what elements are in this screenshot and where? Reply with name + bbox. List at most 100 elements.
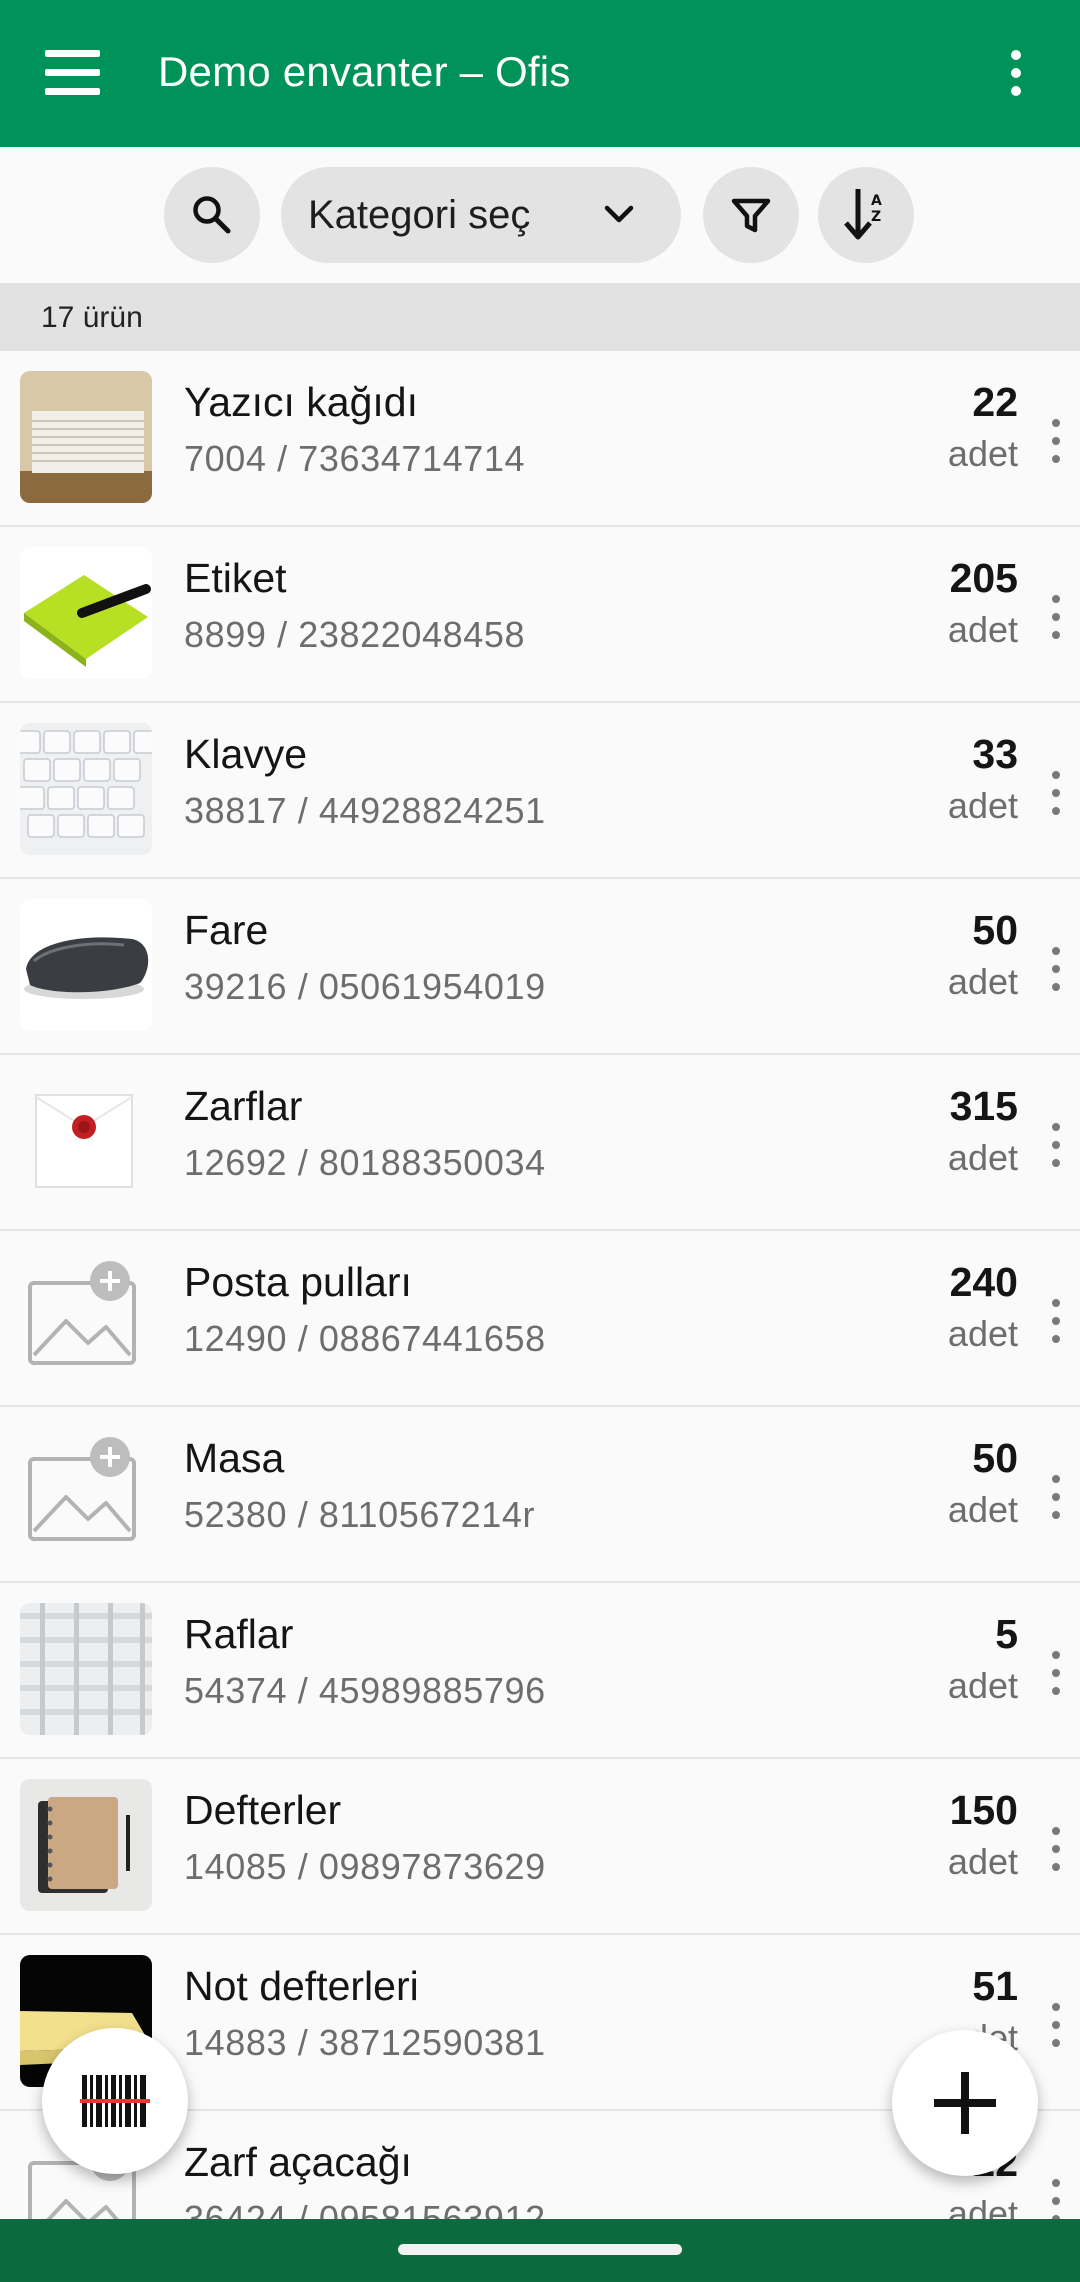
item-thumbnail — [20, 899, 152, 1031]
more-vert-icon — [1052, 1123, 1060, 1131]
list-item[interactable]: Posta pulları 12490 / 08867441658 240 ad… — [0, 1231, 1080, 1407]
item-thumbnail — [20, 547, 152, 679]
filter-button[interactable] — [703, 167, 799, 263]
item-code: 39216 / 05061954019 — [184, 966, 546, 1007]
item-more-button[interactable] — [1044, 2003, 1068, 2047]
app-bar: Demo envanter – Ofis — [0, 0, 1080, 147]
add-image-icon[interactable] — [20, 1427, 152, 1559]
item-quantity: 33 — [972, 731, 1018, 777]
item-code: 12692 / 80188350034 — [184, 1142, 546, 1183]
item-name: Etiket — [184, 555, 287, 601]
item-quantity: 51 — [972, 1963, 1018, 2009]
item-more-button[interactable] — [1044, 595, 1068, 639]
item-unit: adet — [947, 785, 1018, 826]
more-vert-icon — [1052, 595, 1060, 603]
item-thumbnail — [20, 371, 152, 503]
item-code: 52380 / 8110567214r — [184, 1494, 536, 1535]
list-item[interactable]: Yazıcı kağıdı 7004 / 73634714714 22 adet — [0, 351, 1080, 527]
more-vert-icon — [1052, 419, 1060, 427]
item-more-button[interactable] — [1044, 1827, 1068, 1871]
home-gesture-handle[interactable] — [398, 2244, 682, 2255]
add-item-button[interactable] — [892, 2030, 1038, 2176]
item-name: Not defterleri — [184, 1963, 419, 2009]
item-thumbnail — [20, 1603, 152, 1735]
item-code: 54374 / 45989885796 — [184, 1670, 546, 1711]
item-more-button[interactable] — [1044, 771, 1068, 815]
item-unit: adet — [947, 961, 1018, 1002]
more-vert-icon — [1052, 1651, 1060, 1659]
category-select-label: Kategori seç — [308, 193, 531, 237]
system-nav-bar — [0, 2219, 1080, 2282]
add-image-icon[interactable] — [20, 1251, 152, 1383]
sort-button[interactable]: A Z — [818, 167, 914, 263]
item-unit: adet — [947, 2193, 1018, 2219]
item-unit: adet — [947, 1137, 1018, 1178]
item-quantity: 5 — [995, 1611, 1018, 1657]
item-more-button[interactable] — [1044, 1299, 1068, 1343]
app-title: Demo envanter – Ofis — [158, 48, 571, 95]
item-name: Defterler — [184, 1787, 342, 1833]
more-vert-icon — [1052, 771, 1060, 779]
item-quantity: 315 — [949, 1083, 1018, 1129]
item-thumbnail — [20, 1779, 152, 1911]
chevron-down-icon — [604, 205, 634, 223]
list-item[interactable]: Zarflar 12692 / 80188350034 315 adet — [0, 1055, 1080, 1231]
plus-icon — [934, 2072, 996, 2134]
item-name: Raflar — [184, 1611, 294, 1657]
list-item[interactable]: Fare 39216 / 05061954019 50 adet — [0, 879, 1080, 1055]
item-unit: adet — [947, 1313, 1018, 1354]
filter-toolbar: Kategori seç A Z — [0, 147, 1080, 283]
list-item[interactable]: Defterler 14085 / 09897873629 150 adet — [0, 1759, 1080, 1935]
item-code: 14883 / 38712590381 — [184, 2022, 546, 2063]
category-select[interactable]: Kategori seç — [281, 167, 681, 263]
hamburger-icon — [45, 50, 100, 57]
more-vert-icon — [1052, 1299, 1060, 1307]
item-more-button[interactable] — [1044, 2179, 1068, 2219]
item-count-bar: 17 ürün — [0, 283, 1080, 351]
item-more-button[interactable] — [1044, 1475, 1068, 1519]
scan-barcode-button[interactable] — [42, 2028, 188, 2174]
item-more-button[interactable] — [1044, 419, 1068, 463]
item-name: Posta pulları — [184, 1259, 412, 1305]
search-icon — [193, 196, 231, 234]
item-quantity: 240 — [949, 1259, 1018, 1305]
list-item[interactable]: Raflar 54374 / 45989885796 5 adet — [0, 1583, 1080, 1759]
list-item[interactable]: Klavye 38817 / 44928824251 33 adet — [0, 703, 1080, 879]
filter-icon — [731, 198, 771, 233]
search-button[interactable] — [164, 167, 260, 263]
item-unit: adet — [947, 1665, 1018, 1706]
item-unit: adet — [947, 1841, 1018, 1882]
more-vert-icon — [1052, 1827, 1060, 1835]
item-more-button[interactable] — [1044, 1123, 1068, 1167]
item-name: Zarf açacağı — [184, 2139, 412, 2185]
item-more-button[interactable] — [1044, 1651, 1068, 1695]
item-quantity: 150 — [949, 1787, 1018, 1833]
menu-button[interactable] — [36, 44, 110, 102]
item-thumbnail — [20, 723, 152, 855]
item-quantity: 50 — [972, 1435, 1018, 1481]
svg-text:Z: Z — [871, 209, 881, 225]
item-name: Yazıcı kağıdı — [184, 379, 418, 425]
item-quantity: 205 — [949, 555, 1018, 601]
sort-az-icon: A Z — [844, 189, 882, 240]
item-name: Fare — [184, 907, 269, 953]
svg-text:A: A — [871, 193, 882, 209]
list-item[interactable]: Masa 52380 / 8110567214r 50 adet — [0, 1407, 1080, 1583]
item-name: Zarflar — [184, 1083, 303, 1129]
inventory-list: Yazıcı kağıdı 7004 / 73634714714 22 adet… — [0, 351, 1080, 2219]
more-vert-icon — [1052, 2003, 1060, 2011]
barcode-icon — [80, 2075, 150, 2127]
item-more-button[interactable] — [1044, 947, 1068, 991]
item-unit: adet — [947, 1489, 1018, 1530]
item-unit: adet — [947, 609, 1018, 650]
item-quantity: 22 — [972, 379, 1018, 425]
more-vert-icon — [1052, 947, 1060, 955]
item-count: 17 ürün — [41, 301, 143, 334]
more-options-button[interactable] — [996, 40, 1036, 106]
item-code: 14085 / 09897873629 — [184, 1846, 546, 1887]
more-vert-icon — [1011, 50, 1021, 60]
list-item[interactable]: Etiket 8899 / 23822048458 205 adet — [0, 527, 1080, 703]
item-code: 7004 / 73634714714 — [184, 438, 526, 479]
item-name: Klavye — [184, 731, 308, 777]
item-code: 8899 / 23822048458 — [184, 614, 526, 655]
